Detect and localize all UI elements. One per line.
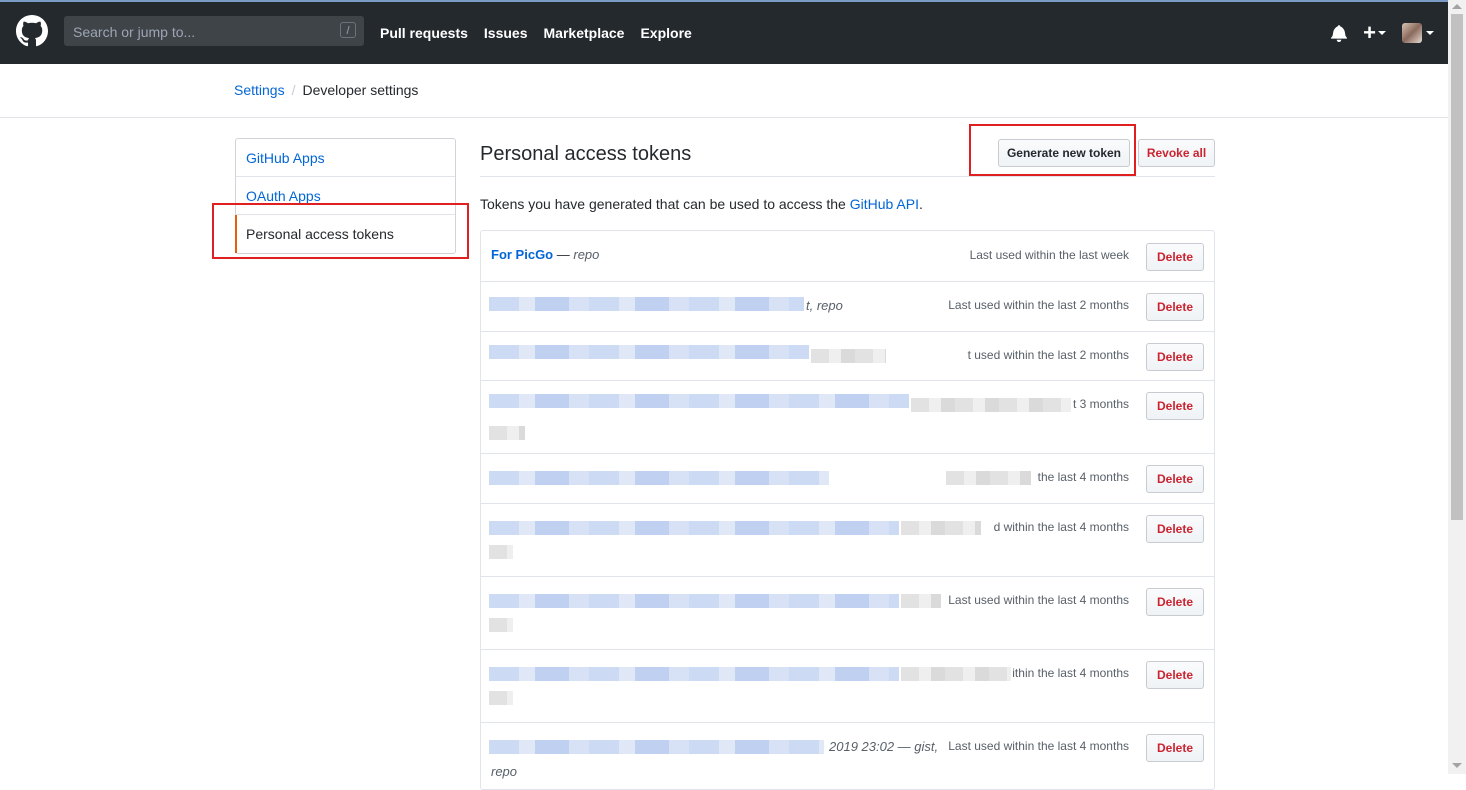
menu-item-github-apps[interactable]: GitHub Apps [236,139,455,177]
token-row: t, repo Last used within the last 2 mont… [481,281,1214,332]
intro-prefix: Tokens you have generated that can be us… [480,196,850,212]
revoke-all-button[interactable]: Revoke all [1138,139,1215,167]
breadcrumb-current: Developer settings [302,82,419,98]
redacted-token-meta [911,398,1071,412]
redacted-token-meta [901,594,941,608]
page-title: Personal access tokens [480,143,692,165]
redacted-token-meta [489,545,513,559]
token-row: ithin the last 4 months Delete [481,649,1214,723]
delete-token-button[interactable]: Delete [1146,588,1204,616]
github-api-link[interactable]: GitHub API [850,196,919,212]
intro-suffix: . [918,196,923,212]
redacted-token-meta [489,618,513,632]
token-scope: repo [573,247,600,262]
token-last-used: Last used within the last 4 months [948,739,1129,753]
redacted-token-name [489,297,804,311]
token-scope: t, repo [806,298,843,313]
token-row: Last used within the last 4 months Delet… [481,576,1214,650]
github-logo-icon[interactable] [16,15,48,47]
redacted-token-meta [489,426,525,440]
token-last-used: Last used within the last 2 months [948,298,1129,312]
nav-issues[interactable]: Issues [484,25,528,41]
search-shortcut-hint: / [340,22,356,38]
token-row: the last 4 months Delete [481,453,1214,504]
nav-marketplace[interactable]: Marketplace [544,25,625,41]
token-scope: 2019 23:02 — gist, [829,739,939,754]
search-input[interactable] [71,22,335,42]
redacted-token-meta [811,349,886,363]
redacted-token-meta [946,471,1031,485]
nav-pull-requests[interactable]: Pull requests [380,25,468,41]
delete-token-button[interactable]: Delete [1146,661,1204,689]
token-last-used: Last used within the last week [969,248,1129,262]
token-name-link[interactable]: For PicGo [491,247,553,262]
delete-token-button[interactable]: Delete [1146,293,1204,321]
delete-token-button[interactable]: Delete [1146,465,1204,493]
token-row: d within the last 4 months Delete [481,503,1214,577]
redacted-token-name [489,471,829,485]
token-row: t used within the last 2 months Delete [481,331,1214,381]
token-scope-separator: — [553,247,574,262]
delete-token-button[interactable]: Delete [1146,392,1204,420]
title-divider [480,176,1215,177]
token-last-used: t 3 months [1072,397,1129,411]
highlight-box-sidebar [212,203,469,259]
redacted-token-name [489,594,899,608]
delete-token-button[interactable]: Delete [1146,343,1204,371]
avatar-caret-icon[interactable] [1426,31,1434,35]
delete-token-button[interactable]: Delete [1146,734,1204,762]
token-list: For PicGo — repo Last used within the la… [480,230,1215,790]
intro-text: Tokens you have generated that can be us… [480,196,923,212]
redacted-token-meta [489,691,513,705]
header-actions: + [1331,2,1434,64]
token-last-used: ithin the last 4 months [1012,666,1129,680]
global-nav: Pull requests Issues Marketplace Explore [380,2,708,64]
token-description: For PicGo — repo [491,247,599,262]
breadcrumb-separator: / [291,82,296,98]
redacted-token-name [489,521,899,535]
redacted-token-meta [901,667,1011,681]
redacted-token-name [489,345,809,359]
highlight-box-generate [969,124,1136,176]
redacted-token-meta [901,521,981,535]
redacted-token-name [489,394,909,408]
scroll-up-arrow-icon[interactable] [1452,4,1462,9]
create-caret-icon[interactable] [1378,31,1386,35]
token-row: For PicGo — repo Last used within the la… [481,231,1214,282]
token-last-used: the last 4 months [1037,470,1129,484]
token-last-used: d within the last 4 months [993,520,1129,534]
delete-token-button[interactable]: Delete [1146,515,1204,543]
redacted-token-name [489,667,899,681]
scrollbar-thumb[interactable] [1451,14,1463,520]
create-new-icon[interactable]: + [1363,22,1376,44]
token-row: 2019 23:02 — gist, repo Last used within… [481,722,1214,789]
avatar[interactable] [1402,23,1422,43]
token-last-used: Last used within the last 4 months [948,593,1129,607]
nav-explore[interactable]: Explore [640,25,691,41]
search-box[interactable]: / [64,16,364,46]
token-row: t 3 months Delete [481,380,1214,454]
global-header: / Pull requests Issues Marketplace Explo… [0,2,1448,64]
token-last-used: t used within the last 2 months [967,348,1129,362]
breadcrumb-settings-link[interactable]: Settings [234,82,285,98]
notifications-bell-icon[interactable] [1331,24,1348,42]
scroll-down-arrow-icon[interactable] [1452,763,1462,768]
delete-token-button[interactable]: Delete [1146,243,1204,271]
breadcrumb-divider [0,117,1448,118]
token-scope-continued: repo [491,764,518,779]
breadcrumb: Settings / Developer settings [234,82,418,98]
redacted-token-name [489,740,824,754]
